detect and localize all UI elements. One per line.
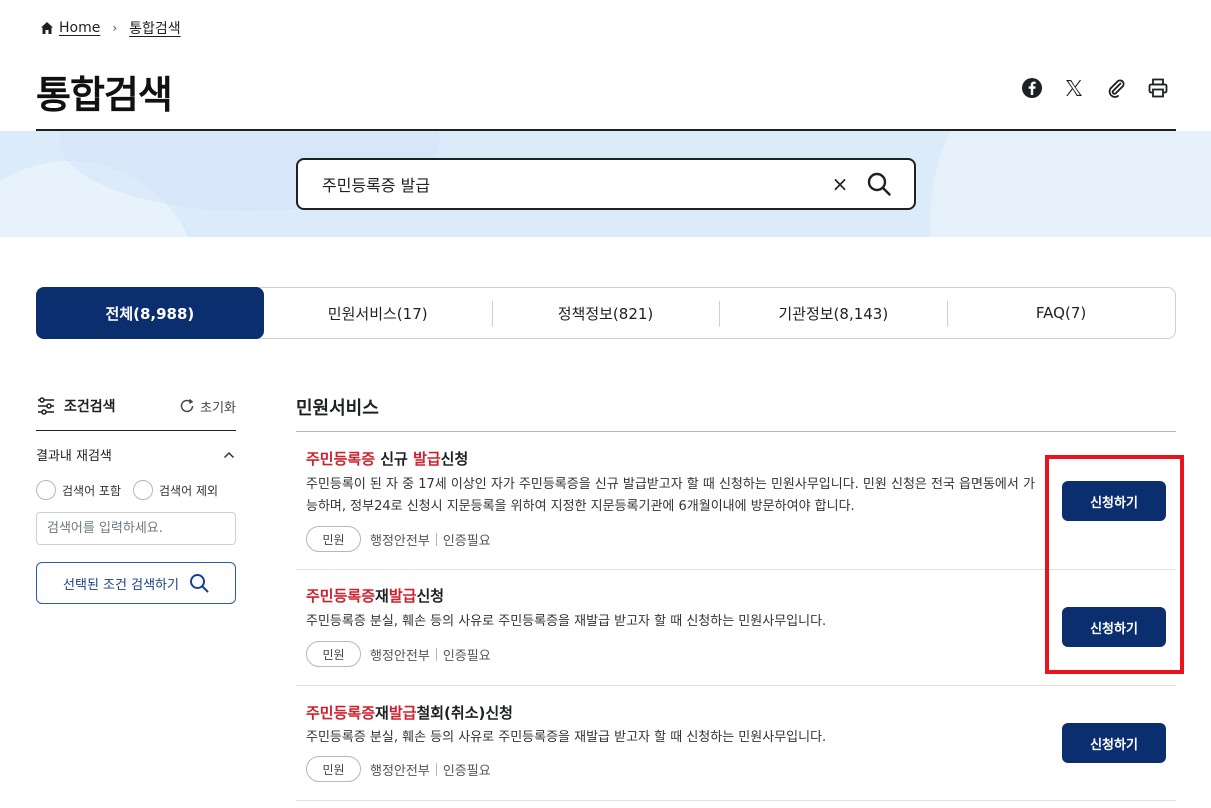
category-tabs: 전체(8,988) 민원서비스(17) 정책정보(821) 기관정보(8,143… [36, 287, 1176, 339]
result-item: 주민등록증재발급신청 주민등록증 분실, 훼손 등의 사유로 주민등록증을 재발… [296, 570, 1176, 686]
x-icon[interactable] [1062, 76, 1086, 100]
auth-label: 인증필요 [442, 533, 491, 549]
result-item: 주민등록증 신규 발급신청 주민등록이 된 자 중 17세 이상인 자가 주민등… [296, 432, 1176, 570]
chevron-up-icon [223, 451, 235, 458]
agency-label: 행정안전부 [370, 763, 430, 779]
result-title[interactable]: 주민등록증재발급철회(취소)신청 [306, 702, 513, 723]
category-chip: 민원 [306, 526, 361, 552]
include-keyword-radio[interactable]: 검색어 포함 [36, 480, 121, 500]
filter-panel: 조건검색 초기화 결과내 재검색 검색어 포함 검색어 제외 선택된 조건 검색… [36, 392, 236, 604]
chevron-right-icon: › [112, 21, 118, 35]
result-title[interactable]: 주민등록증 신규 발급신청 [306, 448, 468, 469]
search-icon [189, 574, 209, 593]
section-title: 민원서비스 [296, 398, 379, 419]
result-meta: 민원 행정안전부 인증필요 [306, 641, 491, 667]
search-box: × [296, 158, 916, 210]
sliders-icon [38, 397, 54, 415]
tab-agency-info[interactable]: 기관정보(8,143) [719, 288, 947, 338]
refresh-icon [180, 398, 194, 413]
result-description: 주민등록이 된 자 중 17세 이상인 자가 주민등록증을 신규 발급받고자 할… [306, 477, 1035, 514]
result-description: 주민등록증 분실, 훼손 등의 사유로 주민등록증을 재발급 받고자 할 때 신… [306, 730, 827, 745]
facebook-icon[interactable] [1020, 76, 1044, 100]
result-meta: 민원 행정안전부 인증필요 [306, 756, 491, 782]
tab-civil-service[interactable]: 민원서비스(17) [264, 288, 492, 338]
tab-faq[interactable]: FAQ(7) [947, 288, 1175, 338]
apply-filter-button[interactable]: 선택된 조건 검색하기 [36, 562, 236, 604]
refine-search-toggle[interactable]: 결과내 재검색 [36, 445, 236, 464]
search-input[interactable] [322, 174, 828, 194]
agency-label: 행정안전부 [370, 533, 430, 549]
print-icon[interactable] [1146, 76, 1170, 100]
clear-icon[interactable]: × [828, 172, 852, 196]
category-chip: 민원 [306, 641, 361, 667]
exclude-keyword-radio[interactable]: 검색어 제외 [133, 480, 218, 500]
breadcrumb-current-link[interactable]: 통합검색 [129, 18, 181, 38]
tab-all[interactable]: 전체(8,988) [36, 287, 264, 339]
breadcrumb: Home › 통합검색 [40, 18, 181, 38]
share-tools [1020, 76, 1170, 100]
reset-button[interactable]: 초기화 [179, 397, 236, 416]
auth-label: 인증필요 [442, 763, 491, 779]
result-meta: 민원 행정안전부 인증필요 [306, 526, 491, 552]
apply-button[interactable]: 신청하기 [1062, 723, 1166, 763]
result-title[interactable]: 주민등록증재발급신청 [306, 585, 444, 606]
filter-title: 조건검색 [36, 396, 116, 416]
auth-label: 인증필요 [442, 648, 491, 664]
paperclip-icon[interactable] [1104, 76, 1128, 100]
home-icon [41, 22, 53, 34]
result-item: 주민등록증재발급철회(취소)신청 주민등록증 분실, 훼손 등의 사유로 주민등… [296, 686, 1176, 801]
page-title: 통합검색 [36, 73, 173, 117]
category-chip: 민원 [306, 756, 361, 782]
search-icon[interactable] [866, 171, 892, 197]
breadcrumb-home-link[interactable]: Home [59, 20, 100, 36]
refine-keyword-input[interactable] [36, 512, 236, 545]
result-description: 주민등록증 분실, 훼손 등의 사유로 주민등록증을 재발급 받고자 할 때 신… [306, 614, 827, 629]
tab-policy-info[interactable]: 정책정보(821) [491, 288, 720, 338]
agency-label: 행정안전부 [370, 648, 430, 664]
annotation-highlight-box [1045, 455, 1184, 674]
